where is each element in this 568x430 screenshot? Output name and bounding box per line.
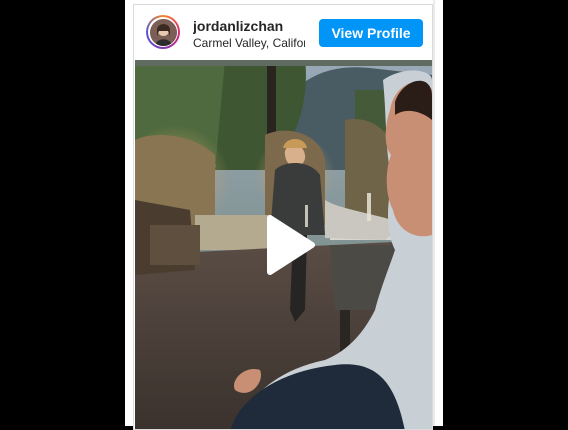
avatar-image xyxy=(149,18,177,46)
screen: jordanlizchan Carmel Valley, California … xyxy=(0,0,568,430)
avatar-story-ring[interactable] xyxy=(146,15,180,49)
play-icon[interactable] xyxy=(252,210,322,280)
embed-edge xyxy=(433,0,435,426)
post-header: jordanlizchan Carmel Valley, California … xyxy=(134,5,432,59)
location-link[interactable]: Carmel Valley, California xyxy=(193,35,305,51)
post-card: jordanlizchan Carmel Valley, California … xyxy=(133,4,433,430)
avatar xyxy=(149,18,177,46)
video-player[interactable] xyxy=(135,60,432,429)
username[interactable]: jordanlizchan xyxy=(193,18,305,34)
view-profile-button[interactable]: View Profile xyxy=(319,19,423,47)
user-block: jordanlizchan Carmel Valley, California xyxy=(193,18,305,51)
avatar-gap xyxy=(148,17,178,47)
instagram-embed: jordanlizchan Carmel Valley, California … xyxy=(125,0,443,430)
